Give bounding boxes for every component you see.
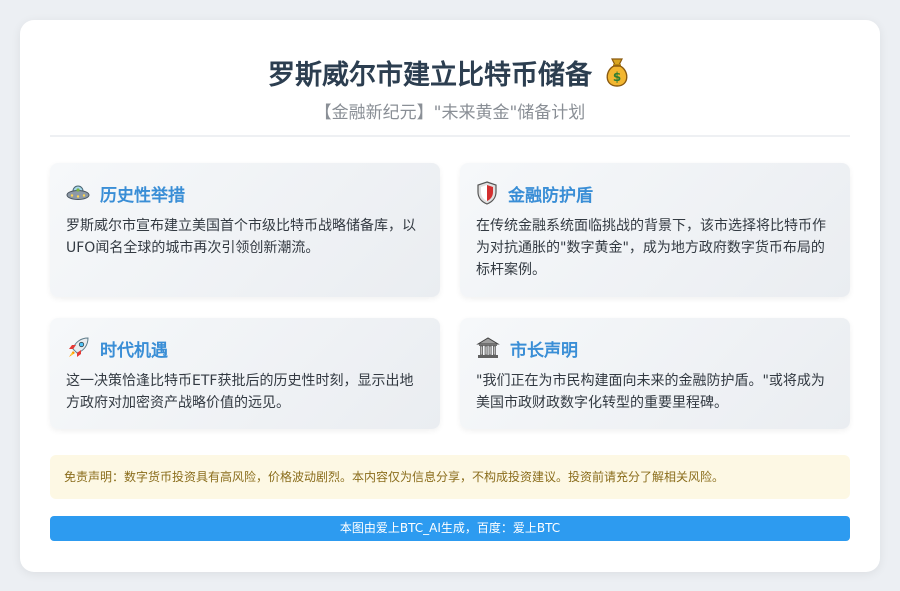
card-body: "我们正在为市民构建面向未来的金融防护盾。"或将成为美国市政财政数字化转型的重要… [476,373,825,411]
disclaimer-box: 免责声明：数字货币投资具有高风险，价格波动剧烈。本内容仅为信息分享，不构成投资建… [50,455,850,499]
card-financial-shield: 金融防护盾 在传统金融系统面临挑战的背景下，该市选择将比特币作为对抗通胀的"数字… [460,163,850,297]
card-header: 市长声明 [476,336,578,361]
card-body: 罗斯威尔市宣布建立美国首个市级比特币战略储备库，以UFO闻名全球的城市再次引领创… [66,218,416,256]
card-era-opportunity: 时代机遇 这一决策恰逢比特币ETF获批后的历史性时刻，显示出地方政府对加密资产战… [50,318,440,429]
header: 罗斯威尔市建立比特币储备 $ 【金融新纪元】"未来黄金"储备计划 [50,20,850,135]
card-title: 金融防护盾 [508,185,593,206]
bank-icon [476,336,500,360]
card-header: 时代机遇 [66,336,168,361]
card-title: 历史性举措 [100,185,185,206]
card-body: 在传统金融系统面临挑战的背景下，该市选择将比特币作为对抗通胀的"数字黄金"，成为… [476,218,826,278]
ufo-icon [66,181,90,205]
card-header: 历史性举措 [66,181,185,206]
footer-credit: 本图由爱上BTC_AI生成，百度：爱上BTC [50,516,850,541]
card-mayor-statement: 市长声明 "我们正在为市民构建面向未来的金融防护盾。"或将成为美国市政财政数字化… [460,318,850,429]
card-body: 这一决策恰逢比特币ETF获批后的历史性时刻，显示出地方政府对加密资产战略价值的远… [66,373,414,411]
shield-icon [476,181,498,205]
card-historic-move: 历史性举措 罗斯威尔市宣布建立美国首个市级比特币战略储备库，以UFO闻名全球的城… [50,163,440,297]
title-row: 罗斯威尔市建立比特币储备 $ [50,52,850,92]
rocket-icon [66,336,90,360]
header-divider [50,135,850,137]
card-title: 市长声明 [510,340,578,361]
card-title: 时代机遇 [100,340,168,361]
page-subtitle: 【金融新纪元】"未来黄金"储备计划 [314,103,586,123]
page-title: 罗斯威尔市建立比特币储备 [268,59,592,91]
money-bag-icon: $ [602,56,632,88]
main-card: 罗斯威尔市建立比特币储备 $ 【金融新纪元】"未来黄金"储备计划 历史性举措 罗… [20,20,880,572]
svg-text:$: $ [613,70,621,84]
card-header: 金融防护盾 [476,181,593,206]
